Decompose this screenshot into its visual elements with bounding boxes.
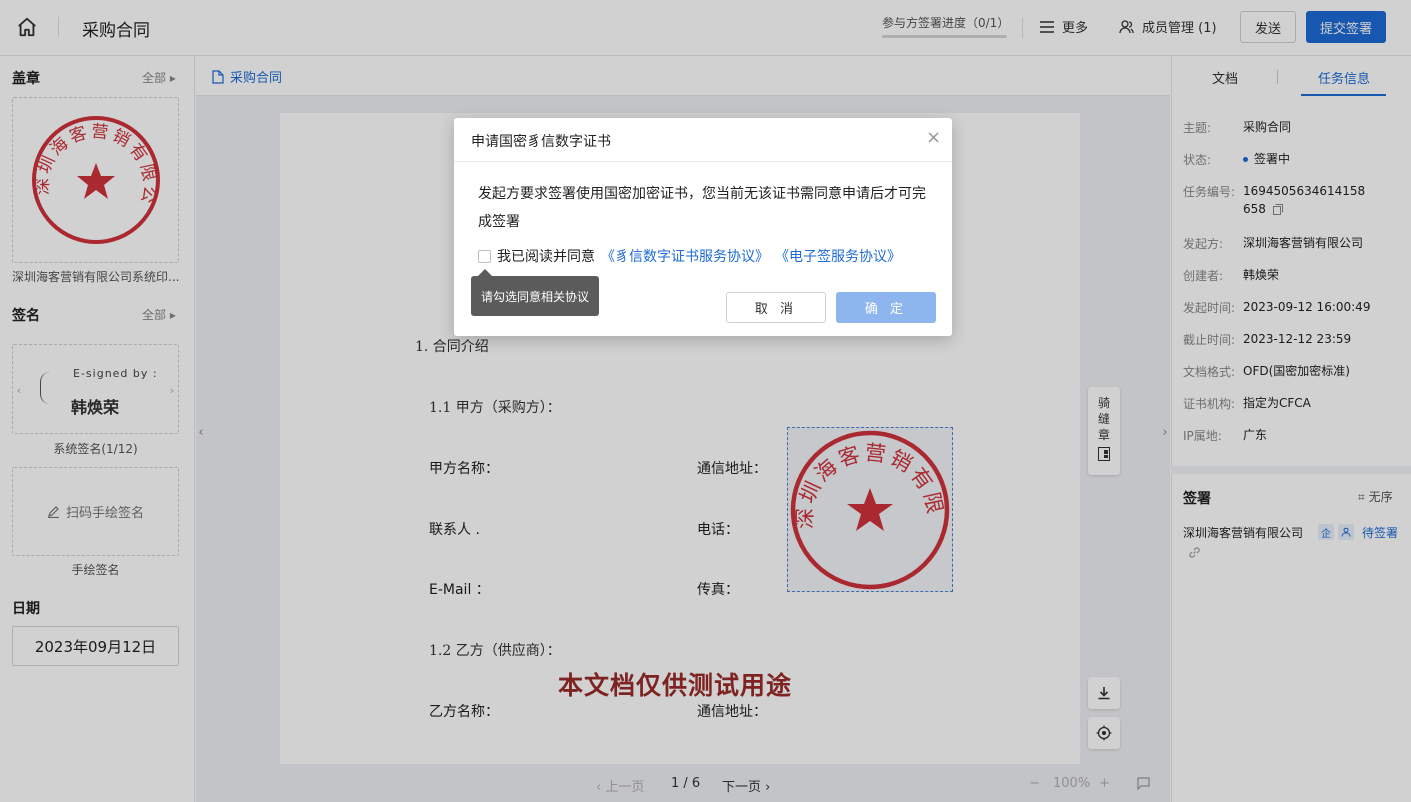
cancel-button[interactable]: 取 消 <box>726 292 826 323</box>
esign-service-agreement-link[interactable]: 《电子签服务协议》 <box>775 246 901 266</box>
agree-checkbox[interactable] <box>478 249 491 263</box>
cert-service-agreement-link[interactable]: 《豸信数字证书服务协议》 <box>601 246 769 266</box>
confirm-button[interactable]: 确 定 <box>836 292 936 323</box>
agreement-row: 我已阅读并同意 《豸信数字证书服务协议》 《电子签服务协议》 <box>478 246 901 266</box>
close-icon[interactable]: × <box>926 127 941 148</box>
dialog-title: 申请国密豸信数字证书 <box>471 134 611 150</box>
certificate-apply-dialog: 申请国密豸信数字证书 × 发起方要求签署使用国密加密证书，您当前无该证书需同意申… <box>454 118 952 336</box>
agree-text: 我已阅读并同意 <box>497 249 595 265</box>
agree-tooltip: 请勾选同意相关协议 <box>471 276 599 316</box>
tooltip-arrow <box>478 269 492 276</box>
dialog-message: 发起方要求签署使用国密加密证书，您当前无该证书需同意申请后才可完成签署 <box>478 186 926 230</box>
